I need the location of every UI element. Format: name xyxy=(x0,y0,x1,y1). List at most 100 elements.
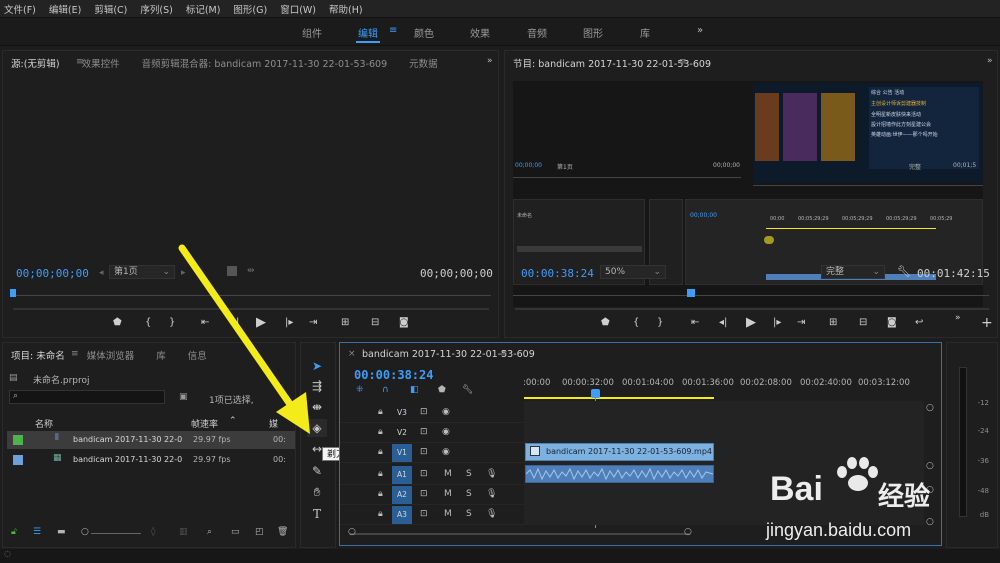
menu-sequence[interactable]: 序列(S) xyxy=(140,2,172,16)
vertical-scroll-handle-icon[interactable]: ○ xyxy=(926,403,934,413)
solo-button[interactable]: S xyxy=(466,469,472,479)
comparison-view-icon[interactable]: ↩ xyxy=(915,317,923,328)
go-to-in-icon[interactable]: ⇤ xyxy=(691,317,699,328)
wrench-icon[interactable]: 🔧︎ xyxy=(897,265,911,278)
overwrite-icon[interactable]: ⊟ xyxy=(371,317,379,328)
eye-icon[interactable]: ◉ xyxy=(442,447,450,457)
tab-media-browser[interactable]: 媒体浏览器 xyxy=(87,348,135,362)
lock-icon[interactable]: 🔓︎ xyxy=(11,527,17,537)
menu-clip[interactable]: 剪辑(C) xyxy=(94,2,127,16)
sync-lock-icon[interactable]: ⊡ xyxy=(420,427,428,437)
add-marker-icon[interactable]: ⬟ xyxy=(601,317,610,328)
find-icon[interactable]: ⌕ xyxy=(207,527,212,537)
timeline-settings-wrench-icon[interactable]: 🔧︎ xyxy=(462,385,473,395)
workspace-tab-graphics[interactable]: 图形 xyxy=(583,25,603,40)
scroll-start-handle-icon[interactable]: ○ xyxy=(348,527,356,537)
linked-selection-icon[interactable]: ◧ xyxy=(410,385,419,395)
menu-marker[interactable]: 标记(M) xyxy=(186,2,221,16)
workspace-tab-audio[interactable]: 音频 xyxy=(527,25,547,40)
audio-clip-a1[interactable] xyxy=(525,465,714,483)
add-marker-icon[interactable]: ⬟ xyxy=(113,317,122,328)
sync-lock-icon[interactable]: ⊡ xyxy=(420,407,428,417)
menu-graphics[interactable]: 图形(G) xyxy=(233,2,267,16)
workspace-tab-libraries[interactable]: 库 xyxy=(640,25,650,40)
lock-icon[interactable]: 🔒︎ xyxy=(378,427,383,437)
panel-overflow-icon[interactable]: » xyxy=(487,56,493,66)
microphone-icon[interactable]: 🎙︎ xyxy=(486,469,497,479)
workspace-tab-editing[interactable]: 编辑 xyxy=(358,25,378,40)
solo-button[interactable]: S xyxy=(466,489,472,499)
timeline-sequence-title[interactable]: bandicam 2017-11-30 22-01-53-609 xyxy=(362,349,535,360)
program-quality-select[interactable]: 完整 ⌄ xyxy=(821,265,885,279)
icon-view-icon[interactable]: ▬ xyxy=(57,527,66,537)
scroll-end-handle-icon[interactable]: ○ xyxy=(684,527,692,537)
sync-lock-icon[interactable]: ⊡ xyxy=(420,469,428,479)
prev-page-icon[interactable]: ◂ xyxy=(99,268,104,278)
nest-toggle-icon[interactable]: ⁜ xyxy=(356,385,364,395)
play-icon[interactable]: ▶ xyxy=(746,315,756,330)
source-page-select[interactable]: 第1页 ⌄ xyxy=(109,265,175,279)
eye-icon[interactable]: ◉ xyxy=(442,407,450,417)
sync-lock-icon[interactable]: ⊡ xyxy=(420,509,428,519)
track-label-v1[interactable]: V1 xyxy=(392,444,412,462)
microphone-icon[interactable]: 🎙︎ xyxy=(486,489,497,499)
sort-icons-icon[interactable]: ◊ xyxy=(151,527,155,537)
source-timecode-current[interactable]: 00;00;00;00 xyxy=(16,267,89,280)
program-panel-menu-icon[interactable]: ≡ xyxy=(679,57,687,67)
extract-icon[interactable]: ⊟ xyxy=(859,317,867,328)
lock-icon[interactable]: 🔒︎ xyxy=(378,407,383,417)
lock-icon[interactable]: 🔒︎ xyxy=(378,469,383,479)
column-name[interactable]: 名称 xyxy=(35,417,53,430)
track-label-a1[interactable]: A1 xyxy=(392,466,412,484)
workspace-tab-effects[interactable]: 效果 xyxy=(470,25,490,40)
tab-libraries[interactable]: 库 xyxy=(156,348,166,362)
solo-button[interactable]: S xyxy=(466,509,472,519)
list-view-icon[interactable]: ☰ xyxy=(33,527,41,537)
work-area-bar[interactable] xyxy=(524,397,714,399)
workspace-overflow-icon[interactable]: » xyxy=(697,25,703,36)
project-search-input[interactable]: ⌕ xyxy=(9,390,165,404)
button-editor-add-icon[interactable]: + xyxy=(981,315,993,331)
workspace-tab-color[interactable]: 颜色 xyxy=(414,25,434,40)
mute-button[interactable]: M xyxy=(444,489,452,499)
timeline-timecode[interactable]: 00:00:38:24 xyxy=(354,368,433,382)
menu-file[interactable]: 文件(F) xyxy=(4,2,36,16)
export-frame-icon[interactable]: ◙ xyxy=(887,317,897,328)
mute-button[interactable]: M xyxy=(444,469,452,479)
lock-icon[interactable]: 🔒︎ xyxy=(378,509,383,519)
program-overflow-icon[interactable]: » xyxy=(987,56,993,66)
close-tab-icon[interactable]: × xyxy=(348,349,356,359)
program-timecode-current[interactable]: 00:00:38:24 xyxy=(521,267,594,280)
type-tool-icon[interactable]: T xyxy=(307,505,327,523)
eye-icon[interactable]: ◉ xyxy=(442,427,450,437)
trash-icon[interactable]: 🗑︎ xyxy=(277,527,288,537)
tab-source[interactable]: 源:(无剪辑) xyxy=(11,56,60,70)
pen-tool-icon[interactable]: ✎ xyxy=(307,462,327,480)
tab-project[interactable]: 项目: 未命名 xyxy=(11,348,65,362)
track-label-a3[interactable]: A3 xyxy=(392,506,412,524)
mark-in-icon[interactable]: { xyxy=(633,317,639,328)
program-playhead[interactable] xyxy=(687,289,695,297)
insert-icon[interactable]: ⊞ xyxy=(341,317,349,328)
tab-effect-controls[interactable]: 效果控件 xyxy=(82,56,120,70)
tab-metadata[interactable]: 元数据 xyxy=(409,56,438,70)
lift-icon[interactable]: ⊞ xyxy=(829,317,837,328)
menu-help[interactable]: 帮助(H) xyxy=(329,2,363,16)
track-label-v3[interactable]: V3 xyxy=(392,404,412,422)
timeline-playhead-handle[interactable] xyxy=(591,389,600,398)
hand-tool-icon[interactable]: ✋︎ xyxy=(307,483,327,501)
program-zoom-select[interactable]: 50% ⌄ xyxy=(600,265,666,279)
mark-out-icon[interactable]: } xyxy=(657,317,663,328)
step-back-icon[interactable]: ◂| xyxy=(719,317,727,328)
mark-in-icon[interactable]: { xyxy=(145,317,151,328)
project-row-clip[interactable]: ▦ bandicam 2017-11-30 22-01-5 29.97 fps … xyxy=(7,451,295,469)
project-panel-menu-icon[interactable]: ≡ xyxy=(71,349,79,359)
microphone-icon[interactable]: 🎙︎ xyxy=(486,509,497,519)
panel-menu-icon[interactable]: ≡ xyxy=(76,57,84,67)
sync-lock-icon[interactable]: ⊡ xyxy=(420,447,428,457)
menu-window[interactable]: 窗口(W) xyxy=(280,2,316,16)
program-scrub-bar[interactable] xyxy=(513,295,989,296)
workspace-menu-icon[interactable]: ≡ xyxy=(389,25,397,36)
source-playhead[interactable] xyxy=(10,289,16,297)
zoom-slider-knob-icon[interactable]: ○ xyxy=(81,527,89,537)
